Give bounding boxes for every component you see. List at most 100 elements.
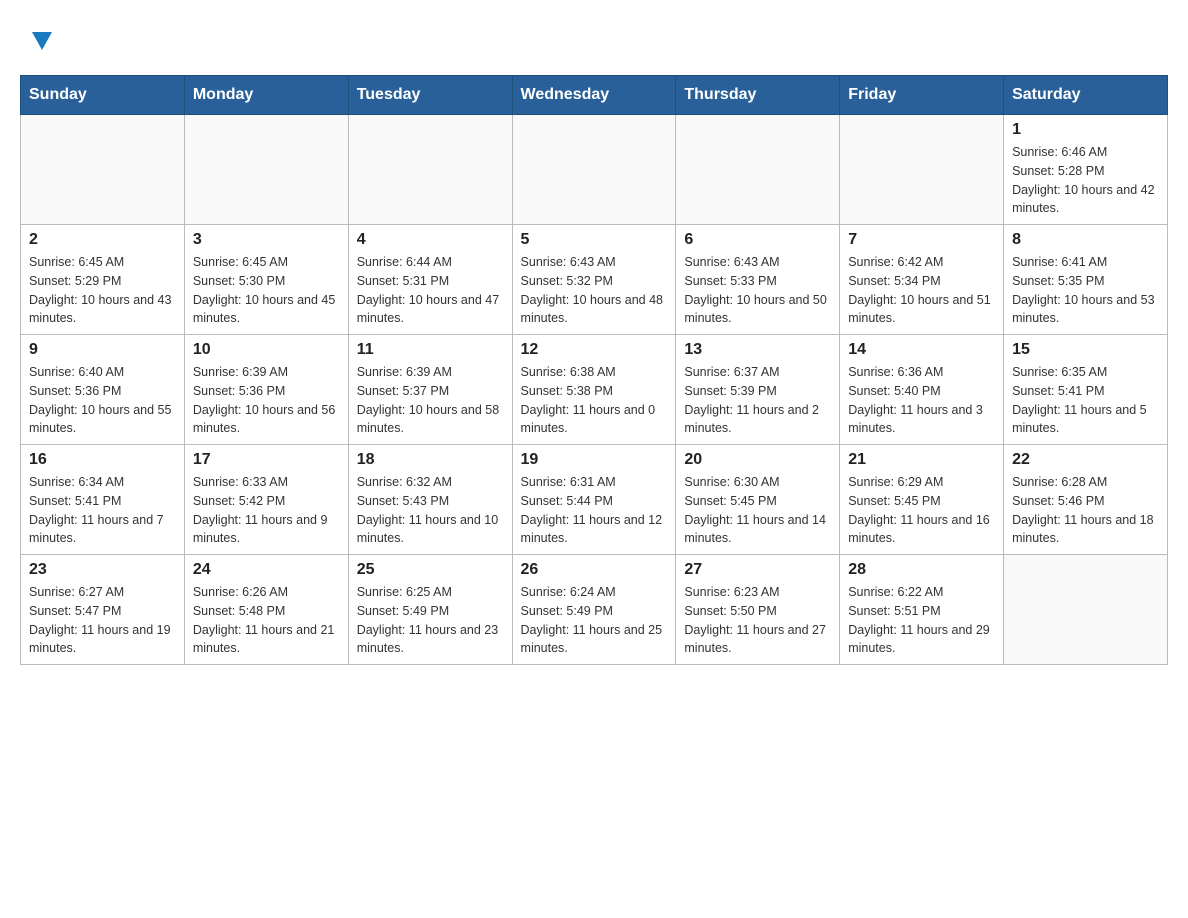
- day-number: 24: [193, 561, 340, 579]
- week-row-2: 2 Sunrise: 6:45 AMSunset: 5:29 PMDaylight…: [21, 225, 1168, 335]
- day-number: 11: [357, 341, 504, 359]
- day-number: 20: [684, 451, 831, 469]
- day-number: 18: [357, 451, 504, 469]
- day-cell-26: 26 Sunrise: 6:24 AMSunset: 5:49 PMDayligh…: [512, 555, 676, 665]
- day-info: Sunrise: 6:44 AMSunset: 5:31 PMDaylight:…: [357, 253, 504, 328]
- day-info: Sunrise: 6:36 AMSunset: 5:40 PMDaylight:…: [848, 363, 995, 438]
- day-cell-24: 24 Sunrise: 6:26 AMSunset: 5:48 PMDayligh…: [184, 555, 348, 665]
- day-number: 23: [29, 561, 176, 579]
- day-info: Sunrise: 6:32 AMSunset: 5:43 PMDaylight:…: [357, 473, 504, 548]
- day-info: Sunrise: 6:23 AMSunset: 5:50 PMDaylight:…: [684, 583, 831, 658]
- day-cell-4: 4Sunrise: 6:44 AMSunset: 5:31 PMDaylight…: [348, 225, 512, 335]
- day-cell-2: 2 Sunrise: 6:45 AMSunset: 5:29 PMDaylight…: [21, 225, 185, 335]
- day-cell-18: 18 Sunrise: 6:32 AMSunset: 5:43 PMDayligh…: [348, 445, 512, 555]
- col-header-sunday: Sunday: [21, 76, 185, 115]
- day-cell-10: 10 Sunrise: 6:39 AMSunset: 5:36 PMDayligh…: [184, 335, 348, 445]
- day-info: Sunrise: 6:45 AMSunset: 5:29 PMDaylight:…: [29, 253, 176, 328]
- day-cell-22: 22 Sunrise: 6:28 AMSunset: 5:46 PMDayligh…: [1004, 445, 1168, 555]
- day-info: Sunrise: 6:46 AMSunset: 5:28 PMDaylight:…: [1012, 143, 1159, 218]
- day-info: Sunrise: 6:41 AMSunset: 5:35 PMDaylight:…: [1012, 253, 1159, 328]
- logo: [20, 20, 62, 65]
- day-cell-28: 28 Sunrise: 6:22 AMSunset: 5:51 PMDayligh…: [840, 555, 1004, 665]
- day-number: 5: [521, 231, 668, 249]
- col-header-thursday: Thursday: [676, 76, 840, 115]
- day-number: 27: [684, 561, 831, 579]
- day-cell-23: 23Sunrise: 6:27 AMSunset: 5:47 PMDayligh…: [21, 555, 185, 665]
- day-info: Sunrise: 6:39 AMSunset: 5:36 PMDaylight:…: [193, 363, 340, 438]
- col-header-tuesday: Tuesday: [348, 76, 512, 115]
- week-row-1: 1 Sunrise: 6:46 AMSunset: 5:28 PMDaylight…: [21, 115, 1168, 225]
- day-cell-16: 16 Sunrise: 6:34 AMSunset: 5:41 PMDayligh…: [21, 445, 185, 555]
- day-number: 3: [193, 231, 340, 249]
- day-cell-12: 12 Sunrise: 6:38 AMSunset: 5:38 PMDayligh…: [512, 335, 676, 445]
- day-number: 26: [521, 561, 668, 579]
- day-info: Sunrise: 6:33 AMSunset: 5:42 PMDaylight:…: [193, 473, 340, 548]
- day-number: 16: [29, 451, 176, 469]
- day-info: Sunrise: 6:25 AMSunset: 5:49 PMDaylight:…: [357, 583, 504, 658]
- week-row-5: 23Sunrise: 6:27 AMSunset: 5:47 PMDayligh…: [21, 555, 1168, 665]
- col-header-wednesday: Wednesday: [512, 76, 676, 115]
- day-number: 13: [684, 341, 831, 359]
- empty-cell: [840, 115, 1004, 225]
- day-info: Sunrise: 6:34 AMSunset: 5:41 PMDaylight:…: [29, 473, 176, 548]
- day-number: 25: [357, 561, 504, 579]
- day-number: 12: [521, 341, 668, 359]
- day-cell-19: 19Sunrise: 6:31 AMSunset: 5:44 PMDayligh…: [512, 445, 676, 555]
- day-number: 9: [29, 341, 176, 359]
- day-number: 10: [193, 341, 340, 359]
- day-info: Sunrise: 6:38 AMSunset: 5:38 PMDaylight:…: [521, 363, 668, 438]
- day-cell-15: 15Sunrise: 6:35 AMSunset: 5:41 PMDayligh…: [1004, 335, 1168, 445]
- day-number: 2: [29, 231, 176, 249]
- calendar-table: SundayMondayTuesdayWednesdayThursdayFrid…: [20, 75, 1168, 665]
- empty-cell: [512, 115, 676, 225]
- day-info: Sunrise: 6:37 AMSunset: 5:39 PMDaylight:…: [684, 363, 831, 438]
- day-info: Sunrise: 6:26 AMSunset: 5:48 PMDaylight:…: [193, 583, 340, 658]
- day-cell-8: 8 Sunrise: 6:41 AMSunset: 5:35 PMDaylight…: [1004, 225, 1168, 335]
- day-number: 19: [521, 451, 668, 469]
- day-cell-3: 3 Sunrise: 6:45 AMSunset: 5:30 PMDaylight…: [184, 225, 348, 335]
- page-header: [20, 20, 1168, 65]
- day-info: Sunrise: 6:43 AMSunset: 5:33 PMDaylight:…: [684, 253, 831, 328]
- day-cell-21: 21Sunrise: 6:29 AMSunset: 5:45 PMDayligh…: [840, 445, 1004, 555]
- day-cell-6: 6 Sunrise: 6:43 AMSunset: 5:33 PMDaylight…: [676, 225, 840, 335]
- day-number: 1: [1012, 121, 1159, 139]
- day-cell-14: 14 Sunrise: 6:36 AMSunset: 5:40 PMDayligh…: [840, 335, 1004, 445]
- day-number: 22: [1012, 451, 1159, 469]
- day-info: Sunrise: 6:42 AMSunset: 5:34 PMDaylight:…: [848, 253, 995, 328]
- day-cell-7: 7 Sunrise: 6:42 AMSunset: 5:34 PMDaylight…: [840, 225, 1004, 335]
- day-info: Sunrise: 6:39 AMSunset: 5:37 PMDaylight:…: [357, 363, 504, 438]
- logo-arrow-icon: [32, 32, 52, 50]
- day-info: Sunrise: 6:28 AMSunset: 5:46 PMDaylight:…: [1012, 473, 1159, 548]
- day-number: 15: [1012, 341, 1159, 359]
- col-header-monday: Monday: [184, 76, 348, 115]
- empty-cell: [1004, 555, 1168, 665]
- calendar-header-row: SundayMondayTuesdayWednesdayThursdayFrid…: [21, 76, 1168, 115]
- day-cell-13: 13 Sunrise: 6:37 AMSunset: 5:39 PMDayligh…: [676, 335, 840, 445]
- day-info: Sunrise: 6:29 AMSunset: 5:45 PMDaylight:…: [848, 473, 995, 548]
- day-info: Sunrise: 6:40 AMSunset: 5:36 PMDaylight:…: [29, 363, 176, 438]
- empty-cell: [21, 115, 185, 225]
- day-cell-27: 27 Sunrise: 6:23 AMSunset: 5:50 PMDayligh…: [676, 555, 840, 665]
- day-info: Sunrise: 6:45 AMSunset: 5:30 PMDaylight:…: [193, 253, 340, 328]
- day-number: 14: [848, 341, 995, 359]
- day-info: Sunrise: 6:43 AMSunset: 5:32 PMDaylight:…: [521, 253, 668, 328]
- day-cell-25: 25 Sunrise: 6:25 AMSunset: 5:49 PMDayligh…: [348, 555, 512, 665]
- col-header-friday: Friday: [840, 76, 1004, 115]
- empty-cell: [184, 115, 348, 225]
- day-cell-20: 20 Sunrise: 6:30 AMSunset: 5:45 PMDayligh…: [676, 445, 840, 555]
- day-cell-9: 9 Sunrise: 6:40 AMSunset: 5:36 PMDaylight…: [21, 335, 185, 445]
- day-number: 7: [848, 231, 995, 249]
- col-header-saturday: Saturday: [1004, 76, 1168, 115]
- empty-cell: [348, 115, 512, 225]
- day-info: Sunrise: 6:24 AMSunset: 5:49 PMDaylight:…: [521, 583, 668, 658]
- week-row-3: 9 Sunrise: 6:40 AMSunset: 5:36 PMDaylight…: [21, 335, 1168, 445]
- week-row-4: 16 Sunrise: 6:34 AMSunset: 5:41 PMDayligh…: [21, 445, 1168, 555]
- day-info: Sunrise: 6:30 AMSunset: 5:45 PMDaylight:…: [684, 473, 831, 548]
- day-number: 8: [1012, 231, 1159, 249]
- day-cell-5: 5 Sunrise: 6:43 AMSunset: 5:32 PMDaylight…: [512, 225, 676, 335]
- day-number: 17: [193, 451, 340, 469]
- day-number: 28: [848, 561, 995, 579]
- day-number: 6: [684, 231, 831, 249]
- empty-cell: [676, 115, 840, 225]
- day-info: Sunrise: 6:22 AMSunset: 5:51 PMDaylight:…: [848, 583, 995, 658]
